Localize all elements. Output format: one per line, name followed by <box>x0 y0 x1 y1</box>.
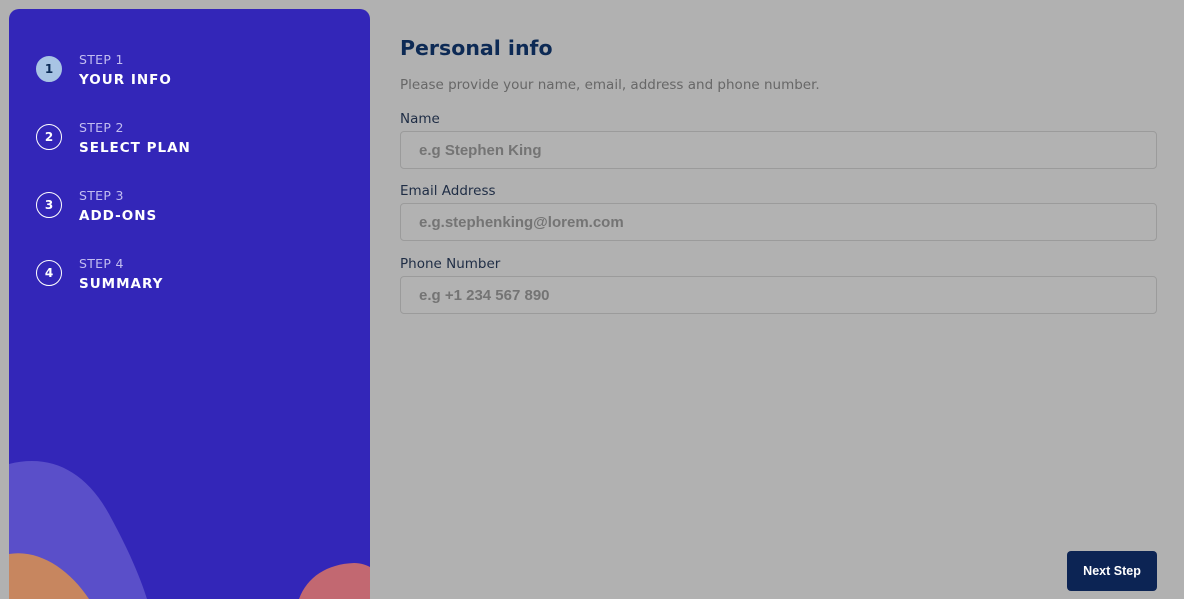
step-title: SELECT PLAN <box>79 139 191 156</box>
step-number-badge: 2 <box>36 124 62 150</box>
step-title: SUMMARY <box>79 275 164 292</box>
step-title: YOUR INFO <box>79 71 172 88</box>
step-title: ADD-ONS <box>79 207 158 224</box>
step-number-badge: 3 <box>36 192 62 218</box>
email-label: Email Address <box>400 183 496 199</box>
name-label: Name <box>400 111 440 127</box>
page-title: Personal info <box>400 36 553 60</box>
step-text: STEP 4 SUMMARY <box>79 255 163 291</box>
page-subtitle: Please provide your name, email, address… <box>400 77 820 93</box>
step-kicker: STEP 2 <box>79 120 124 135</box>
step-kicker: STEP 3 <box>79 188 124 203</box>
email-input[interactable] <box>400 203 1157 241</box>
step-text: STEP 1 YOUR INFO <box>79 51 172 87</box>
phone-label: Phone Number <box>400 256 501 272</box>
step-text: STEP 3 ADD-ONS <box>79 187 157 223</box>
step-list: 1 STEP 1 YOUR INFO 2 STEP 2 SELECT PLAN … <box>36 51 191 323</box>
step-text: STEP 2 SELECT PLAN <box>79 119 191 155</box>
step-item-summary[interactable]: 4 STEP 4 SUMMARY <box>36 255 191 323</box>
step-item-select-plan[interactable]: 2 STEP 2 SELECT PLAN <box>36 119 191 187</box>
step-item-your-info[interactable]: 1 STEP 1 YOUR INFO <box>36 51 191 119</box>
next-step-button[interactable]: Next Step <box>1067 551 1157 591</box>
decorative-pink-circle <box>299 563 370 599</box>
step-number-badge: 4 <box>36 260 62 286</box>
phone-input[interactable] <box>400 276 1157 314</box>
name-input[interactable] <box>400 131 1157 169</box>
multi-step-form: 1 STEP 1 YOUR INFO 2 STEP 2 SELECT PLAN … <box>0 0 1184 599</box>
step-item-add-ons[interactable]: 3 STEP 3 ADD-ONS <box>36 187 191 255</box>
step-kicker: STEP 1 <box>79 52 124 67</box>
step-kicker: STEP 4 <box>79 256 124 271</box>
form-panel: Personal info Please provide your name, … <box>400 0 1157 599</box>
decorative-blobs <box>9 461 370 599</box>
step-number-badge: 1 <box>36 56 62 82</box>
step-sidebar: 1 STEP 1 YOUR INFO 2 STEP 2 SELECT PLAN … <box>9 9 370 599</box>
